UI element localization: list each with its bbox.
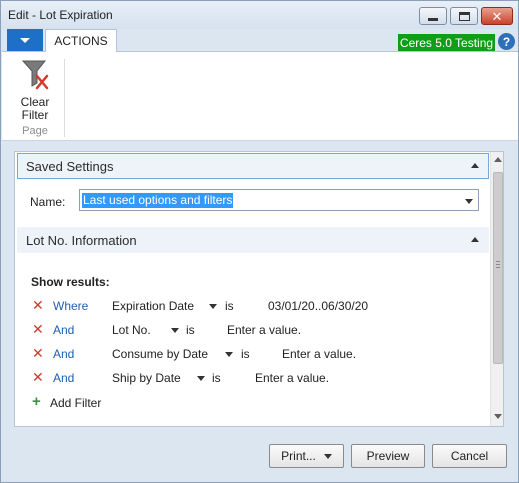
ribbon-group-label: Page	[22, 125, 48, 137]
window-title: Edit - Lot Expiration	[8, 8, 113, 22]
clear-filter-button[interactable]: Clear Filter	[13, 58, 57, 122]
filter-value[interactable]: Enter a value.	[282, 347, 356, 361]
filter-row: ✕ And Lot No. is Enter a value.	[15, 321, 485, 339]
tab-actions[interactable]: ACTIONS	[45, 29, 117, 52]
dialog-window: Edit - Lot Expiration ✕ ACTIONS Ceres 5.…	[0, 0, 519, 483]
filter-row: ✕ And Consume by Date is Enter a value.	[15, 345, 485, 363]
add-filter-label: Add Filter	[50, 396, 102, 410]
minimize-icon	[428, 17, 438, 21]
chevron-down-icon[interactable]	[465, 199, 473, 204]
chevron-down-icon	[20, 37, 30, 43]
saved-settings-title: Saved Settings	[26, 158, 114, 174]
maximize-icon	[458, 11, 470, 21]
filter-row: ✕ Where Expiration Date is 03/01/20..06/…	[15, 297, 485, 315]
maximize-button[interactable]	[450, 7, 478, 25]
filter-operator: is	[241, 347, 250, 361]
filter-operator: is	[186, 323, 195, 337]
close-icon: ✕	[491, 8, 503, 24]
plus-icon: +	[32, 393, 41, 410]
saved-settings-header[interactable]: Saved Settings	[17, 153, 489, 179]
filter-field[interactable]: Ship by Date	[112, 371, 181, 385]
cancel-button-label: Cancel	[450, 449, 489, 463]
show-results-label: Show results:	[31, 275, 110, 289]
filter-conjunction[interactable]: And	[53, 347, 74, 361]
ribbon-tab-row: ACTIONS Ceres 5.0 Testing ?	[2, 29, 518, 52]
saved-settings-name-select[interactable]: Last used options and filters	[79, 189, 479, 211]
grip-line	[496, 264, 500, 265]
clear-filter-label-line2: Filter	[21, 108, 49, 122]
remove-filter-icon[interactable]: ✕	[32, 370, 44, 384]
filter-value[interactable]: 03/01/20..06/30/20	[268, 299, 368, 313]
ribbon-panel: Clear Filter Page	[2, 52, 518, 141]
preview-button-label: Preview	[366, 449, 410, 463]
grip-line	[496, 267, 500, 268]
filter-conjunction[interactable]: Where	[53, 299, 88, 313]
scroll-down-icon[interactable]	[494, 414, 502, 419]
remove-filter-icon[interactable]: ✕	[32, 346, 44, 360]
filter-field[interactable]: Lot No.	[112, 323, 151, 337]
ribbon-separator	[64, 59, 65, 137]
preview-button[interactable]: Preview	[351, 444, 425, 468]
filter-operator: is	[212, 371, 221, 385]
chevron-down-icon	[323, 453, 332, 459]
scroll-up-icon[interactable]	[494, 157, 502, 162]
filter-conjunction[interactable]: And	[53, 371, 74, 385]
filter-field[interactable]: Consume by Date	[112, 347, 208, 361]
collapse-icon[interactable]	[471, 163, 479, 168]
print-button[interactable]: Print...	[269, 444, 344, 468]
clear-filter-icon	[21, 60, 49, 90]
cancel-button[interactable]: Cancel	[432, 444, 507, 468]
filter-row: ✕ And Ship by Date is Enter a value.	[15, 369, 485, 387]
scrollbar-thumb[interactable]	[493, 172, 503, 364]
close-button[interactable]: ✕	[481, 7, 513, 25]
minimize-button[interactable]	[419, 7, 447, 25]
collapse-icon[interactable]	[471, 237, 479, 242]
chevron-down-icon[interactable]	[209, 304, 217, 309]
name-label: Name:	[30, 195, 66, 209]
filter-value[interactable]: Enter a value.	[227, 323, 301, 337]
chevron-down-icon[interactable]	[225, 352, 233, 357]
filter-operator: is	[225, 299, 234, 313]
print-button-label: Print...	[281, 449, 316, 463]
lot-info-header[interactable]: Lot No. Information	[17, 227, 489, 253]
saved-settings-name-value: Last used options and filters	[82, 193, 234, 208]
grip-line	[496, 261, 500, 262]
chevron-down-icon[interactable]	[197, 376, 205, 381]
environment-badge: Ceres 5.0 Testing	[398, 34, 495, 51]
remove-filter-icon[interactable]: ✕	[32, 322, 44, 336]
chevron-down-icon[interactable]	[171, 328, 179, 333]
filter-value[interactable]: Enter a value.	[255, 371, 329, 385]
title-bar[interactable]: Edit - Lot Expiration ✕	[1, 1, 518, 29]
help-icon[interactable]: ?	[498, 33, 515, 50]
filter-field[interactable]: Expiration Date	[112, 299, 194, 313]
vertical-scrollbar[interactable]	[490, 152, 503, 426]
request-page-content: Saved Settings Name: Last used options a…	[14, 151, 504, 427]
application-menu-button[interactable]	[7, 29, 43, 51]
clear-filter-label: Clear Filter	[13, 96, 57, 122]
filter-conjunction[interactable]: And	[53, 323, 74, 337]
lot-info-title: Lot No. Information	[26, 232, 137, 248]
remove-filter-icon[interactable]: ✕	[32, 298, 44, 312]
